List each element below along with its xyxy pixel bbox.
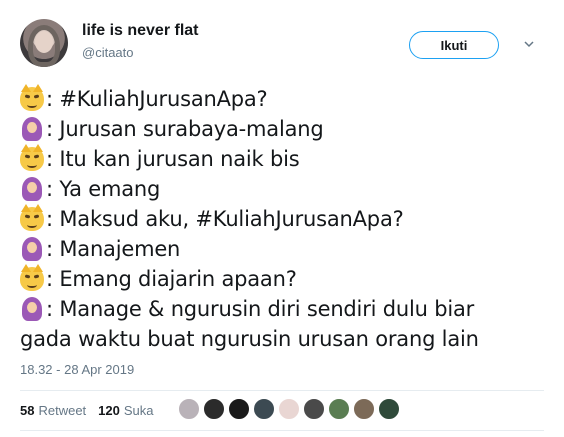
woman-headscarf-emoji-icon	[20, 297, 44, 321]
liker-avatar[interactable]	[253, 398, 275, 420]
line-text: : Emang diajarin apaan?	[46, 267, 297, 291]
retweet-count[interactable]: 58	[20, 403, 34, 418]
tweet-line: : Ya emang	[20, 174, 550, 204]
retweet-label[interactable]: Retweet	[38, 403, 86, 418]
divider	[20, 390, 544, 391]
follow-button[interactable]: Ikuti	[409, 31, 499, 59]
tweet-line: : Manage & ngurusin diri sendiri dulu bi…	[20, 294, 550, 324]
line-text: : Ya emang	[46, 177, 161, 201]
user-avatar[interactable]	[20, 19, 68, 67]
liker-avatar[interactable]	[328, 398, 350, 420]
user-display-name[interactable]: life is never flat	[82, 22, 199, 40]
cat-emoji-icon	[20, 144, 44, 171]
woman-headscarf-emoji-icon	[20, 177, 44, 201]
avatar-face	[35, 31, 53, 53]
liker-avatar[interactable]	[278, 398, 300, 420]
tweet-line: : Manajemen	[20, 234, 550, 264]
chevron-down-icon[interactable]	[522, 37, 536, 51]
liker-avatar[interactable]	[228, 398, 250, 420]
tweet-timestamp[interactable]: 18.32 - 28 Apr 2019	[20, 362, 134, 377]
like-label[interactable]: Suka	[124, 403, 154, 418]
tweet-line: : Emang diajarin apaan?	[20, 264, 550, 294]
user-handle[interactable]: @citaato	[82, 45, 134, 60]
cat-emoji-icon	[20, 264, 44, 291]
line-text: : Itu kan jurusan naik bis	[46, 147, 300, 171]
divider	[20, 430, 544, 431]
tweet-stats: 58 Retweet 120 Suka	[20, 403, 154, 418]
liker-avatar[interactable]	[378, 398, 400, 420]
line-text: : #KuliahJurusanApa?	[46, 87, 268, 111]
tweet-line: : Itu kan jurusan naik bis	[20, 144, 550, 174]
tweet-line: gada waktu buat ngurusin urusan orang la…	[20, 324, 550, 354]
line-text: : Maksud aku, #KuliahJurusanApa?	[46, 207, 404, 231]
tweet-line: : Maksud aku, #KuliahJurusanApa?	[20, 204, 550, 234]
line-text: gada waktu buat ngurusin urusan orang la…	[20, 327, 479, 351]
line-text: : Manage & ngurusin diri sendiri dulu bi…	[46, 297, 475, 321]
liker-avatars	[178, 398, 403, 420]
line-text: : Jurusan surabaya-malang	[46, 117, 324, 141]
tweet-line: : #KuliahJurusanApa?	[20, 84, 550, 114]
woman-headscarf-emoji-icon	[20, 117, 44, 141]
liker-avatar[interactable]	[353, 398, 375, 420]
cat-emoji-icon	[20, 204, 44, 231]
line-text: : Manajemen	[46, 237, 181, 261]
cat-emoji-icon	[20, 84, 44, 111]
liker-avatar[interactable]	[203, 398, 225, 420]
like-count[interactable]: 120	[98, 403, 120, 418]
woman-headscarf-emoji-icon	[20, 237, 44, 261]
tweet-text: : #KuliahJurusanApa? : Jurusan surabaya-…	[20, 84, 550, 354]
liker-avatar[interactable]	[178, 398, 200, 420]
tweet-line: : Jurusan surabaya-malang	[20, 114, 550, 144]
liker-avatar[interactable]	[303, 398, 325, 420]
tweet-card: life is never flat @citaato Ikuti : #Kul…	[0, 0, 564, 437]
